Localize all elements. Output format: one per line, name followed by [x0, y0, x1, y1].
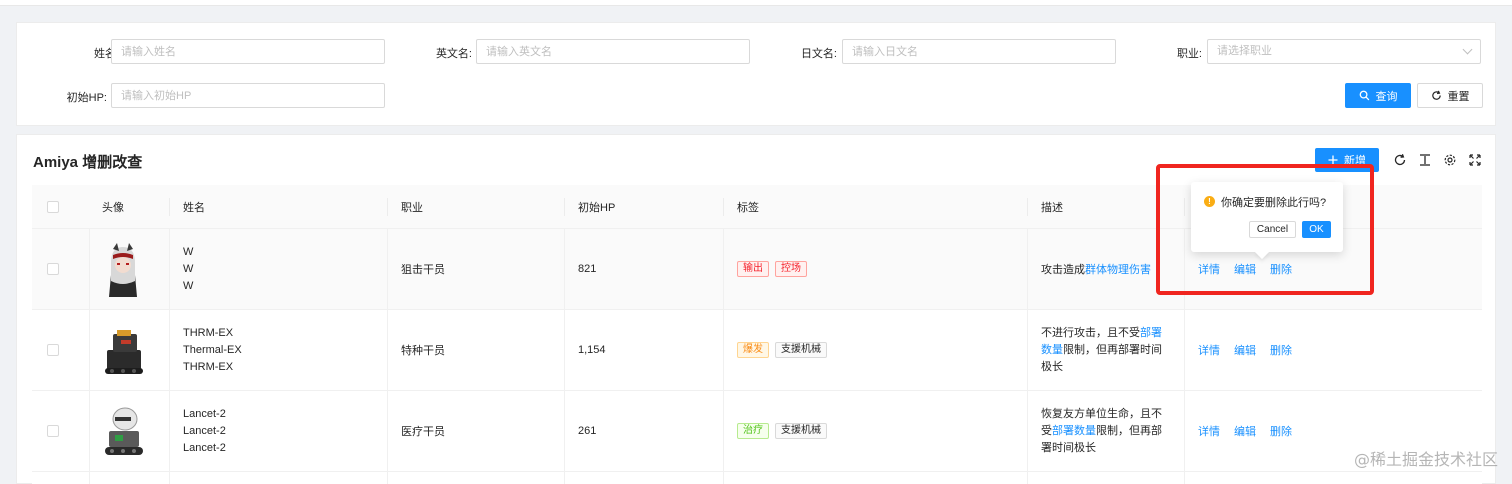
- row-job: 医疗干员: [401, 426, 445, 438]
- tag: 支援机械: [775, 342, 827, 358]
- select-all-checkbox[interactable]: [47, 201, 59, 213]
- desc-highlight: 群体物理伤害: [1085, 264, 1151, 276]
- tag: 治疗: [737, 423, 769, 439]
- row-checkbox[interactable]: [47, 263, 59, 275]
- col-tags: 标签: [737, 202, 759, 214]
- desc-highlight: 部署: [1140, 326, 1162, 339]
- job-select[interactable]: 请选择职业: [1207, 39, 1481, 64]
- ok-button[interactable]: OK: [1302, 221, 1331, 238]
- desc-text: 不进行攻击，且不受: [1041, 326, 1140, 339]
- desc-highlight: 部署数量: [1052, 424, 1096, 437]
- chevron-down-icon: [1462, 44, 1473, 55]
- desc-text: 限制，但再部署时间: [1063, 343, 1162, 356]
- en-name-label: 英文名:: [435, 48, 472, 60]
- row-names: Lancet-2 Lancet-2 Lancet-2: [183, 391, 226, 471]
- tag: 爆发: [737, 342, 769, 358]
- name-en: W: [183, 262, 194, 275]
- exclamation-icon: !: [1204, 196, 1215, 207]
- gear-icon[interactable]: [1443, 153, 1457, 167]
- name-jp: Lancet-2: [183, 441, 226, 454]
- new-button[interactable]: 新增: [1315, 148, 1379, 172]
- name-cn: W: [183, 245, 194, 258]
- detail-link[interactable]: 详情: [1198, 342, 1220, 358]
- watermark: @稀土掘金技术社区: [1353, 450, 1498, 469]
- en-name-input[interactable]: [476, 39, 750, 64]
- col-desc: 描述: [1041, 202, 1063, 214]
- name-jp: THRM-EX: [183, 360, 234, 373]
- name-en: Lancet-2: [183, 424, 226, 437]
- desc-text: 署时间极长: [1041, 441, 1096, 454]
- reload-icon[interactable]: [1393, 153, 1407, 167]
- edit-link[interactable]: 编辑: [1234, 261, 1256, 277]
- edit-link[interactable]: 编辑: [1234, 423, 1256, 439]
- top-bar: [0, 0, 1512, 6]
- popconfirm-message: 你确定要删除此行吗?: [1221, 197, 1327, 209]
- job-label: 职业:: [1176, 48, 1202, 60]
- row-hp: 261: [578, 425, 597, 437]
- table-row[interactable]: Lancet-2 Lancet-2 Lancet-2 医疗干员 261 治疗 支…: [32, 391, 1482, 472]
- hp-label: 初始HP:: [66, 92, 107, 104]
- edit-link[interactable]: 编辑: [1234, 342, 1256, 358]
- table-row: [32, 472, 1482, 484]
- lancet-avatar-icon: [101, 403, 145, 459]
- name-cn: Lancet-2: [183, 407, 226, 420]
- detail-link[interactable]: 详情: [1198, 423, 1220, 439]
- query-button[interactable]: 查询: [1345, 83, 1411, 108]
- desc-highlight: 数量: [1041, 343, 1063, 356]
- table-row[interactable]: THRM-EX Thermal-EX THRM-EX 特种干员 1,154 爆发…: [32, 310, 1482, 391]
- desc-text: 恢复友方单位生命，且不: [1041, 407, 1162, 420]
- reset-button[interactable]: 重置: [1417, 83, 1483, 108]
- new-button-label: 新增: [1344, 155, 1366, 167]
- table-title: Amiya 增删改查: [33, 154, 143, 171]
- delete-link[interactable]: 删除: [1270, 423, 1292, 439]
- row-checkbox[interactable]: [47, 344, 59, 356]
- col-hp: 初始HP: [578, 202, 616, 214]
- delete-popconfirm: ! 你确定要删除此行吗? Cancel OK: [1191, 182, 1343, 260]
- desc-text: 受: [1041, 424, 1052, 437]
- column-height-icon[interactable]: [1418, 153, 1432, 167]
- fullscreen-icon[interactable]: [1468, 153, 1482, 167]
- name-input[interactable]: [111, 39, 385, 64]
- name-jp: W: [183, 279, 194, 292]
- desc-text: 限制，但再部: [1096, 424, 1162, 437]
- plus-icon: [1328, 155, 1338, 165]
- row-checkbox[interactable]: [47, 425, 59, 437]
- job-select-placeholder: 请选择职业: [1217, 45, 1272, 57]
- row-desc: 恢复友方单位生命，且不 受部署数量限制，但再部 署时间极长: [1041, 391, 1162, 471]
- w-avatar-icon: [101, 241, 145, 297]
- name-en: Thermal-EX: [183, 343, 242, 356]
- row-hp: 1,154: [578, 344, 606, 356]
- row-hp: 821: [578, 263, 597, 275]
- row-desc: 攻击造成 群体物理伤害: [1041, 229, 1151, 309]
- tag: 控场: [775, 261, 807, 277]
- row-job: 特种干员: [401, 345, 445, 357]
- name-label: 姓名:: [93, 48, 119, 60]
- hp-input[interactable]: [111, 83, 385, 108]
- row-desc: 不进行攻击，且不受部署 数量限制，但再部署时间 极长: [1041, 310, 1162, 390]
- tag: 输出: [737, 261, 769, 277]
- col-name: 姓名: [183, 202, 205, 214]
- desc-text: 攻击造成: [1041, 264, 1085, 276]
- jp-name-input[interactable]: [842, 39, 1116, 64]
- jp-name-label: 日文名:: [800, 48, 837, 60]
- delete-link[interactable]: 删除: [1270, 261, 1292, 277]
- delete-link[interactable]: 删除: [1270, 342, 1292, 358]
- search-icon: [1359, 90, 1369, 101]
- name-cn: THRM-EX: [183, 326, 234, 339]
- reset-button-label: 重置: [1447, 90, 1470, 103]
- detail-link[interactable]: 详情: [1198, 261, 1220, 277]
- search-form: 姓名: 英文名: 日文名: 职业: 请选择职业 初始HP: 查询 重置: [16, 22, 1496, 126]
- row-names: W W W: [183, 229, 193, 309]
- cancel-button[interactable]: Cancel: [1249, 221, 1296, 238]
- row-names: THRM-EX Thermal-EX THRM-EX: [183, 310, 242, 390]
- reload-icon: [1431, 90, 1441, 100]
- query-button-label: 查询: [1375, 90, 1398, 103]
- tag: 支援机械: [775, 423, 827, 439]
- col-avatar: 头像: [102, 202, 124, 214]
- col-job: 职业: [401, 202, 423, 214]
- desc-text: 极长: [1041, 360, 1063, 373]
- thrm-avatar-icon: [101, 322, 145, 378]
- row-job: 狙击干员: [401, 264, 445, 276]
